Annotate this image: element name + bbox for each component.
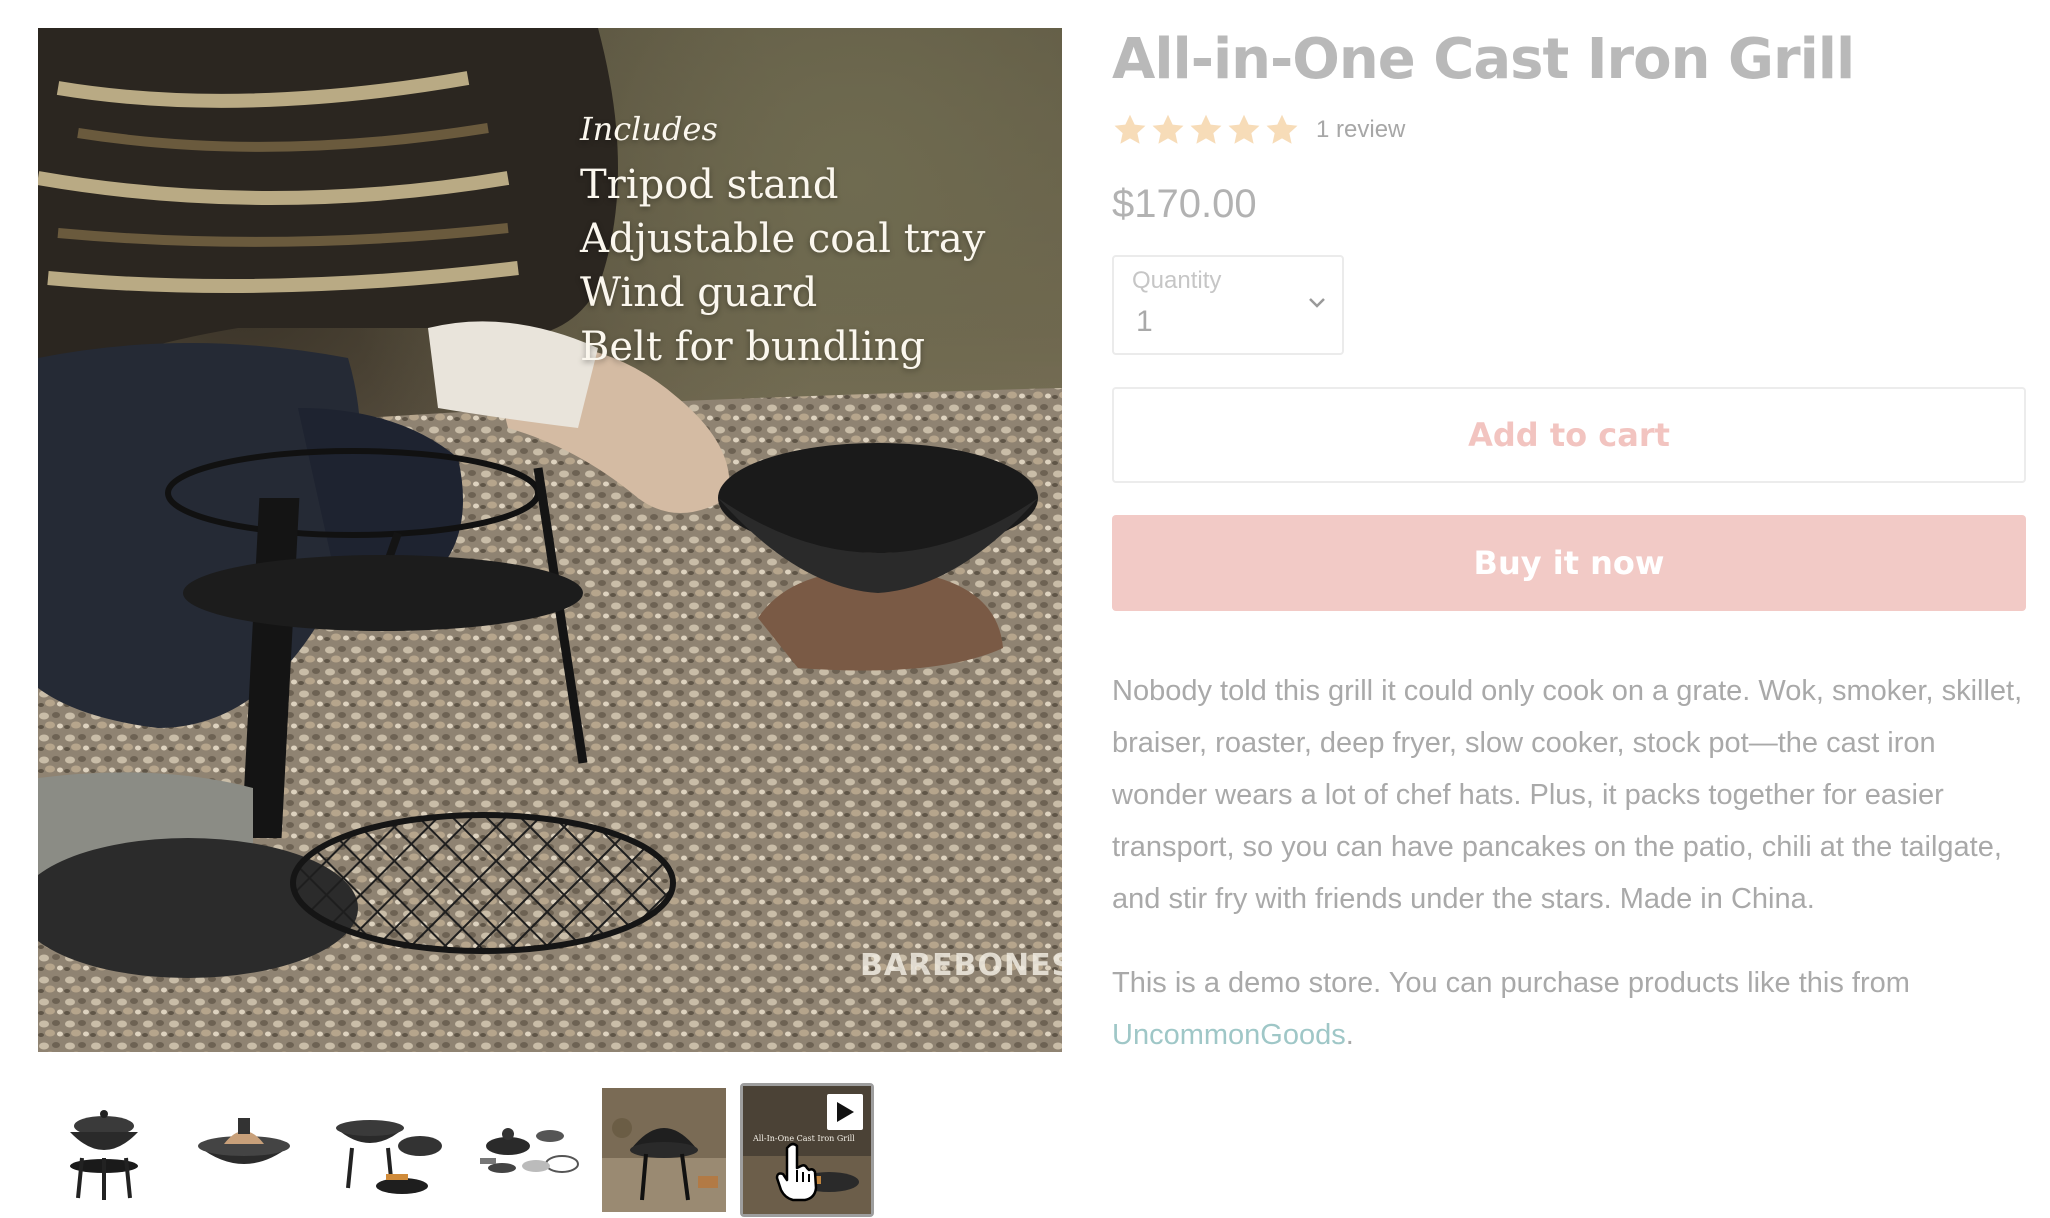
- thumbnail-grill-open-lid[interactable]: [322, 1088, 446, 1212]
- star-icon: [1228, 114, 1260, 144]
- play-button[interactable]: [827, 1094, 863, 1130]
- star-rating: [1112, 112, 1300, 148]
- included-item: Wind guard: [580, 270, 818, 316]
- star-icon: [1190, 114, 1222, 144]
- quantity-select[interactable]: Quantity 1: [1112, 255, 1344, 355]
- overlay-heading: Includes: [580, 110, 718, 148]
- thumbnail-grill-accessories[interactable]: [462, 1088, 586, 1212]
- add-to-cart-button[interactable]: Add to cart: [1112, 387, 2026, 483]
- thumbnail-product-video[interactable]: All-In-One Cast Iron Grill: [740, 1083, 874, 1217]
- star-icon: [1152, 114, 1184, 144]
- quantity-label: Quantity: [1132, 267, 1222, 294]
- quantity-value: 1: [1136, 305, 1153, 338]
- hand-cursor-icon: [775, 1142, 818, 1202]
- included-item: Adjustable coal tray: [580, 216, 986, 262]
- product-title: All-in-One Cast Iron Grill: [1112, 27, 1855, 92]
- included-item: Belt for bundling: [580, 324, 926, 370]
- chevron-down-icon: [1309, 298, 1325, 308]
- star-icon: [1114, 114, 1146, 144]
- rating-summary[interactable]: 1 review: [1112, 110, 2026, 150]
- brand-watermark: BAREBONES: [860, 948, 1062, 983]
- product-info-panel: All-in-One Cast Iron Grill 1 review $170…: [1112, 24, 2026, 1090]
- product-price: $170.00: [1112, 182, 1257, 226]
- demo-note-suffix: .: [1345, 1019, 1354, 1051]
- play-icon: [837, 1102, 854, 1122]
- thumbnail-grill-assembled[interactable]: [42, 1088, 166, 1212]
- main-product-media[interactable]: Includes Tripod stand Adjustable coal tr…: [38, 28, 1062, 1052]
- demo-store-note: This is a demo store. You can purchase p…: [1112, 957, 2026, 1061]
- media-overlay-caption: Includes Tripod stand Adjustable coal tr…: [580, 110, 985, 374]
- included-item: Tripod stand: [580, 162, 839, 208]
- buy-now-button[interactable]: Buy it now: [1112, 515, 2026, 611]
- product-description: Nobody told this grill it could only coo…: [1112, 675, 2023, 915]
- demo-note-text: This is a demo store. You can purchase p…: [1112, 967, 1910, 999]
- review-count-link[interactable]: 1 review: [1316, 116, 1405, 144]
- thumbnail-wok-with-lid[interactable]: [182, 1088, 306, 1212]
- uncommongoods-link[interactable]: UncommonGoods: [1112, 1019, 1346, 1051]
- included-items-list: Tripod stand Adjustable coal tray Wind g…: [580, 158, 985, 374]
- star-icon: [1266, 114, 1298, 144]
- thumbnail-grill-outdoor-photo[interactable]: [602, 1088, 726, 1212]
